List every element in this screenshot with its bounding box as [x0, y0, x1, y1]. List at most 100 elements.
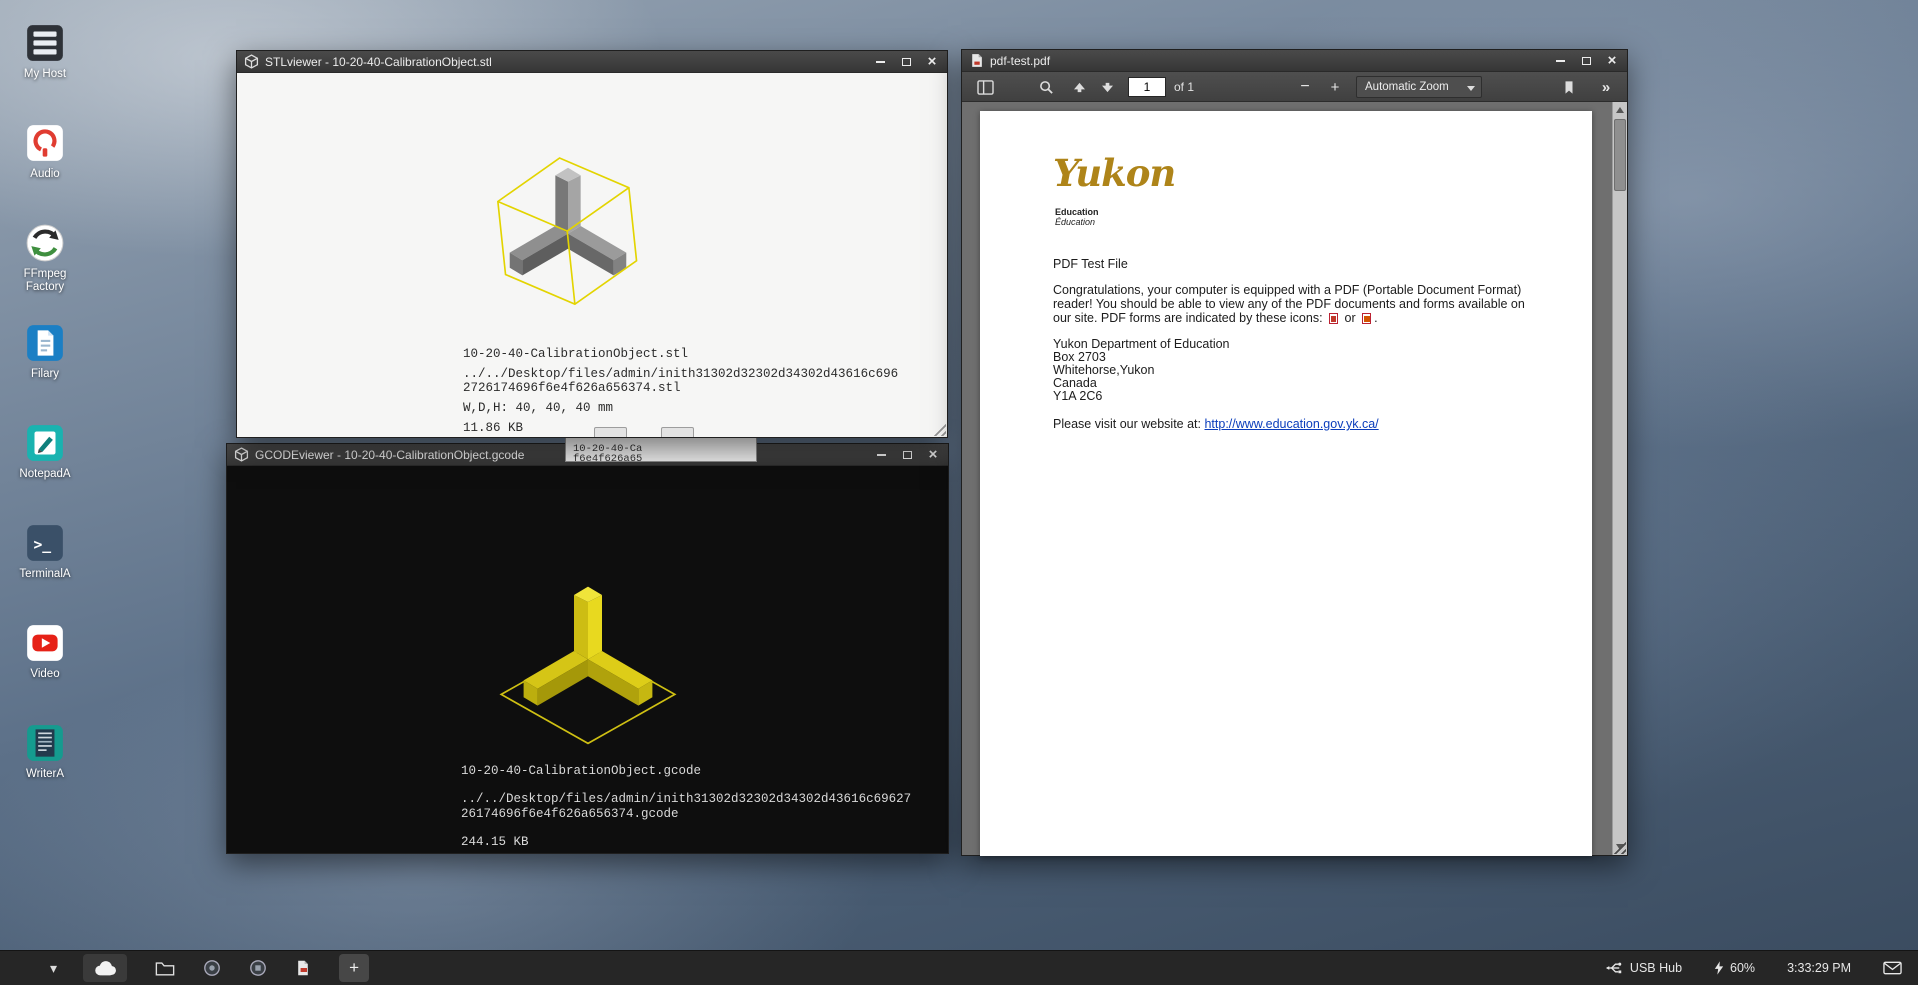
document-icon [969, 53, 984, 68]
taskbar-folder-button[interactable] [155, 954, 175, 982]
pdf-viewer-window: pdf-test.pdf × of 1 − + Automatic Zoom [961, 49, 1628, 856]
more-tools-button[interactable]: » [1592, 72, 1620, 102]
previous-page-button[interactable] [1066, 72, 1092, 102]
desktop-icon-writera[interactable]: WriterA [8, 722, 82, 781]
usb-status[interactable]: USB Hub [1605, 961, 1682, 975]
yukon-logo-education-fr: Éducation [1055, 217, 1095, 227]
gcode-3d-object [483, 546, 693, 756]
desktop-icon-label: NotepadA [8, 468, 82, 481]
taskbar-app-gcodeviewer[interactable] [249, 954, 267, 982]
taskbar-app-stlviewer[interactable] [203, 954, 221, 982]
pdf-paragraph-line1: Congratulations, your computer is equipp… [1053, 283, 1521, 297]
pdf-paragraph-line3: our site. PDF forms are indicated by the… [1053, 311, 1378, 325]
maximize-icon [902, 58, 911, 66]
cube-icon [234, 447, 249, 462]
stl-small-button[interactable] [661, 427, 694, 437]
search-icon[interactable] [1032, 72, 1060, 102]
close-button[interactable]: × [1601, 53, 1623, 69]
close-button[interactable]: × [921, 54, 943, 70]
desktop-icon-label: Video [8, 668, 82, 681]
cloud-icon [92, 959, 118, 977]
scroll-up-icon[interactable] [1616, 107, 1624, 113]
scrollbar-thumb[interactable] [1614, 119, 1626, 191]
pdf-form-icon [1362, 313, 1371, 324]
terminal-icon: >_ [24, 522, 66, 564]
stl-titlebar[interactable]: STLviewer - 10-20-40-CalibrationObject.s… [237, 51, 947, 73]
gcode-path-line2: 26174696f6e4f626a656374.gcode [461, 807, 679, 821]
desktop-icon-video[interactable]: Video [8, 622, 82, 681]
app-circle-icon [249, 959, 267, 977]
desktop-icon-label: TerminalA [8, 568, 82, 581]
toggle-sidebar-button[interactable] [970, 72, 1000, 102]
circular-arrows-icon [24, 222, 66, 264]
battery-status[interactable]: 60% [1714, 961, 1755, 975]
or-text: or [1345, 311, 1356, 325]
zoom-select[interactable]: Automatic Zoom [1356, 76, 1482, 98]
desktop-icon-notepada[interactable]: NotepadA [8, 422, 82, 481]
battery-label: 60% [1730, 961, 1755, 975]
taskbar-app-pdf[interactable] [295, 954, 311, 982]
minimize-icon [876, 61, 885, 63]
fragment-text-line2: f6e4f626a65 [573, 453, 642, 462]
period-text: . [1374, 311, 1377, 325]
desktop-icon-ffmpeg-factory[interactable]: FFmpeg Factory [8, 222, 82, 294]
usb-label: USB Hub [1630, 961, 1682, 975]
desktop-icon-my-host[interactable]: My Host [8, 22, 82, 81]
resize-grip[interactable] [931, 421, 946, 436]
address-line: Y1A 2C6 [1053, 389, 1102, 403]
scrollbar[interactable] [1612, 102, 1627, 855]
website-link[interactable]: http://www.education.gov.yk.ca/ [1204, 417, 1378, 431]
maximize-button[interactable] [1575, 53, 1597, 69]
pdf-document-icon [295, 959, 311, 977]
desktop-icon-filary[interactable]: Filary [8, 322, 82, 381]
minimize-button[interactable] [869, 54, 891, 70]
close-button[interactable]: × [922, 447, 944, 463]
maximize-button[interactable] [896, 447, 918, 463]
maximize-icon [1582, 57, 1591, 65]
pdf-heading: PDF Test File [1053, 257, 1128, 271]
minimize-button[interactable] [1549, 53, 1571, 69]
page-number-input[interactable] [1128, 77, 1166, 97]
app-circle-icon [203, 959, 221, 977]
bookmark-icon[interactable] [1556, 72, 1582, 102]
mail-button[interactable] [1883, 961, 1902, 975]
folder-icon [155, 960, 175, 977]
pdf-titlebar[interactable]: pdf-test.pdf × [962, 50, 1627, 72]
stl-viewport[interactable]: 10-20-40-CalibrationObject.stl ../../Des… [237, 73, 947, 437]
desktop-icon-audio[interactable]: Audio [8, 122, 82, 181]
envelope-icon [1883, 961, 1902, 975]
yukon-logo-education: Education [1055, 207, 1099, 217]
pdf-toolbar: of 1 − + Automatic Zoom » [962, 72, 1627, 102]
maximize-button[interactable] [895, 54, 917, 70]
close-icon: × [928, 56, 937, 68]
page-count-label: of 1 [1174, 72, 1194, 102]
writer-icon [24, 722, 66, 764]
power-icon [1714, 961, 1724, 975]
minimize-icon [1556, 60, 1565, 62]
address-line: Box 2703 [1053, 350, 1106, 364]
computer-icon [24, 22, 66, 64]
next-page-button[interactable] [1094, 72, 1120, 102]
zoom-out-button[interactable]: − [1292, 72, 1318, 102]
taskbar-add-button[interactable]: + [339, 954, 369, 982]
clock[interactable]: 3:33:29 PM [1787, 961, 1851, 975]
svg-text:>_: >_ [33, 536, 51, 553]
stl-3d-object [473, 131, 663, 321]
close-icon: × [1608, 55, 1617, 67]
stl-filesize: 11.86 KB [463, 421, 523, 435]
stl-small-button[interactable] [594, 427, 627, 437]
gcode-viewport[interactable]: 10-20-40-CalibrationObject.gcode ../../D… [227, 466, 948, 853]
video-player-icon [24, 622, 66, 664]
website-line: Please visit our website at: http://www.… [1053, 417, 1379, 431]
zoom-in-button[interactable]: + [1322, 72, 1348, 102]
window-title: pdf-test.pdf [990, 54, 1549, 68]
taskbar: ▾ + USB Hub 60% 3:33:29 PM [0, 950, 1918, 985]
minimize-icon [877, 454, 886, 456]
desktop-icon-terminala[interactable]: >_ TerminalA [8, 522, 82, 581]
taskbar-cloud-button[interactable] [83, 954, 127, 982]
desktop-icon-label: FFmpeg Factory [8, 268, 82, 294]
address-line: Whitehorse,Yukon [1053, 363, 1154, 377]
minimize-button[interactable] [870, 447, 892, 463]
desktop-icon-label: WriterA [8, 768, 82, 781]
taskbar-chevron-icon[interactable]: ▾ [50, 954, 57, 982]
